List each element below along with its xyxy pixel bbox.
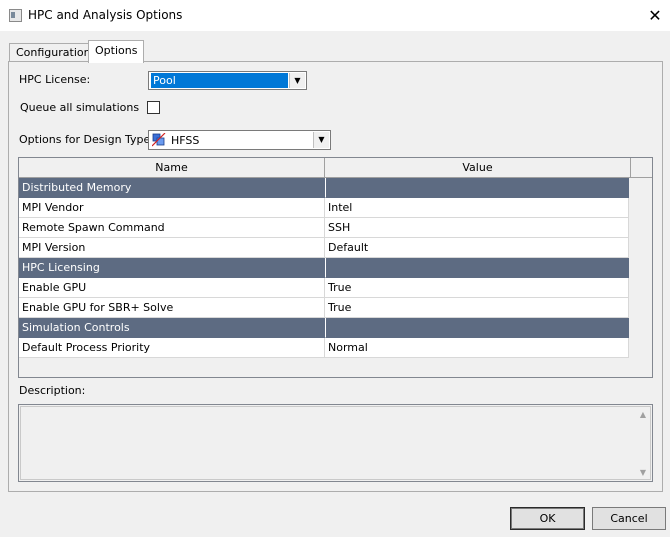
window-title: HPC and Analysis Options	[28, 8, 183, 22]
grid-row[interactable]: Enable GPU for SBR+ Solve True	[19, 298, 629, 318]
grid-cell-value[interactable]: True	[325, 278, 629, 298]
scroll-down-icon[interactable]: ▼	[636, 467, 650, 479]
hpc-license-dropdown[interactable]: Pool ▼	[148, 71, 307, 90]
grid-row[interactable]: MPI Version Default	[19, 238, 629, 258]
design-type-label: Options for Design Type:	[19, 133, 155, 146]
design-type-value: HFSS	[171, 134, 200, 147]
grid-group-row[interactable]: Simulation Controls	[19, 318, 629, 338]
grid-cell-name: MPI Vendor	[19, 198, 325, 218]
queue-all-checkbox[interactable]	[147, 101, 160, 114]
tab-options[interactable]: Options	[88, 40, 145, 63]
grid-cell-value[interactable]: Default	[325, 238, 629, 258]
cancel-button[interactable]: Cancel	[592, 507, 666, 530]
grid-cell-value	[325, 318, 629, 338]
grid-cell-name: Distributed Memory	[19, 178, 325, 198]
description-box[interactable]: ▲ ▼	[18, 404, 653, 482]
scroll-up-icon[interactable]: ▲	[636, 409, 650, 421]
grid-cell-name: Enable GPU for SBR+ Solve	[19, 298, 325, 318]
grid-cell-value	[325, 178, 629, 198]
grid-row[interactable]: MPI Vendor Intel	[19, 198, 629, 218]
column-header-spacer	[631, 158, 652, 178]
description-scrollbar[interactable]: ▲ ▼	[636, 407, 650, 479]
grid-cell-name: Remote Spawn Command	[19, 218, 325, 238]
hpc-license-value: Pool	[151, 73, 288, 88]
grid-cell-value[interactable]: SSH	[325, 218, 629, 238]
options-grid: Name Value Distributed Memory MPI Vendor I…	[18, 157, 653, 378]
title-bar: HPC and Analysis Options ✕	[0, 0, 670, 31]
column-header-name[interactable]: Name	[19, 158, 325, 178]
grid-header: Name Value	[19, 158, 652, 178]
chevron-down-icon[interactable]: ▼	[313, 132, 329, 148]
grid-cell-value[interactable]: Intel	[325, 198, 629, 218]
queue-all-label: Queue all simulations	[20, 101, 140, 114]
grid-row[interactable]: Default Process Priority Normal	[19, 338, 629, 358]
chevron-down-icon[interactable]: ▼	[289, 73, 305, 88]
grid-cell-value	[325, 258, 629, 278]
description-label: Description:	[19, 384, 86, 397]
column-header-value[interactable]: Value	[325, 158, 631, 178]
window-icon	[9, 9, 22, 22]
grid-group-row[interactable]: Distributed Memory	[19, 178, 629, 198]
grid-cell-value[interactable]: Normal	[325, 338, 629, 358]
grid-row[interactable]: Enable GPU True	[19, 278, 629, 298]
hpc-license-label: HPC License:	[19, 73, 91, 86]
close-button[interactable]: ✕	[640, 0, 670, 31]
ok-button[interactable]: OK	[510, 507, 585, 530]
grid-cell-name: Default Process Priority	[19, 338, 325, 358]
grid-cell-name: Simulation Controls	[19, 318, 325, 338]
grid-cell-name: MPI Version	[19, 238, 325, 258]
grid-cell-value[interactable]: True	[325, 298, 629, 318]
grid-group-row[interactable]: HPC Licensing	[19, 258, 629, 278]
design-type-dropdown[interactable]: HFSS ▼	[148, 130, 331, 150]
grid-row[interactable]: Remote Spawn Command SSH	[19, 218, 629, 238]
hfss-icon	[152, 133, 166, 147]
grid-cell-name: Enable GPU	[19, 278, 325, 298]
grid-cell-name: HPC Licensing	[19, 258, 325, 278]
